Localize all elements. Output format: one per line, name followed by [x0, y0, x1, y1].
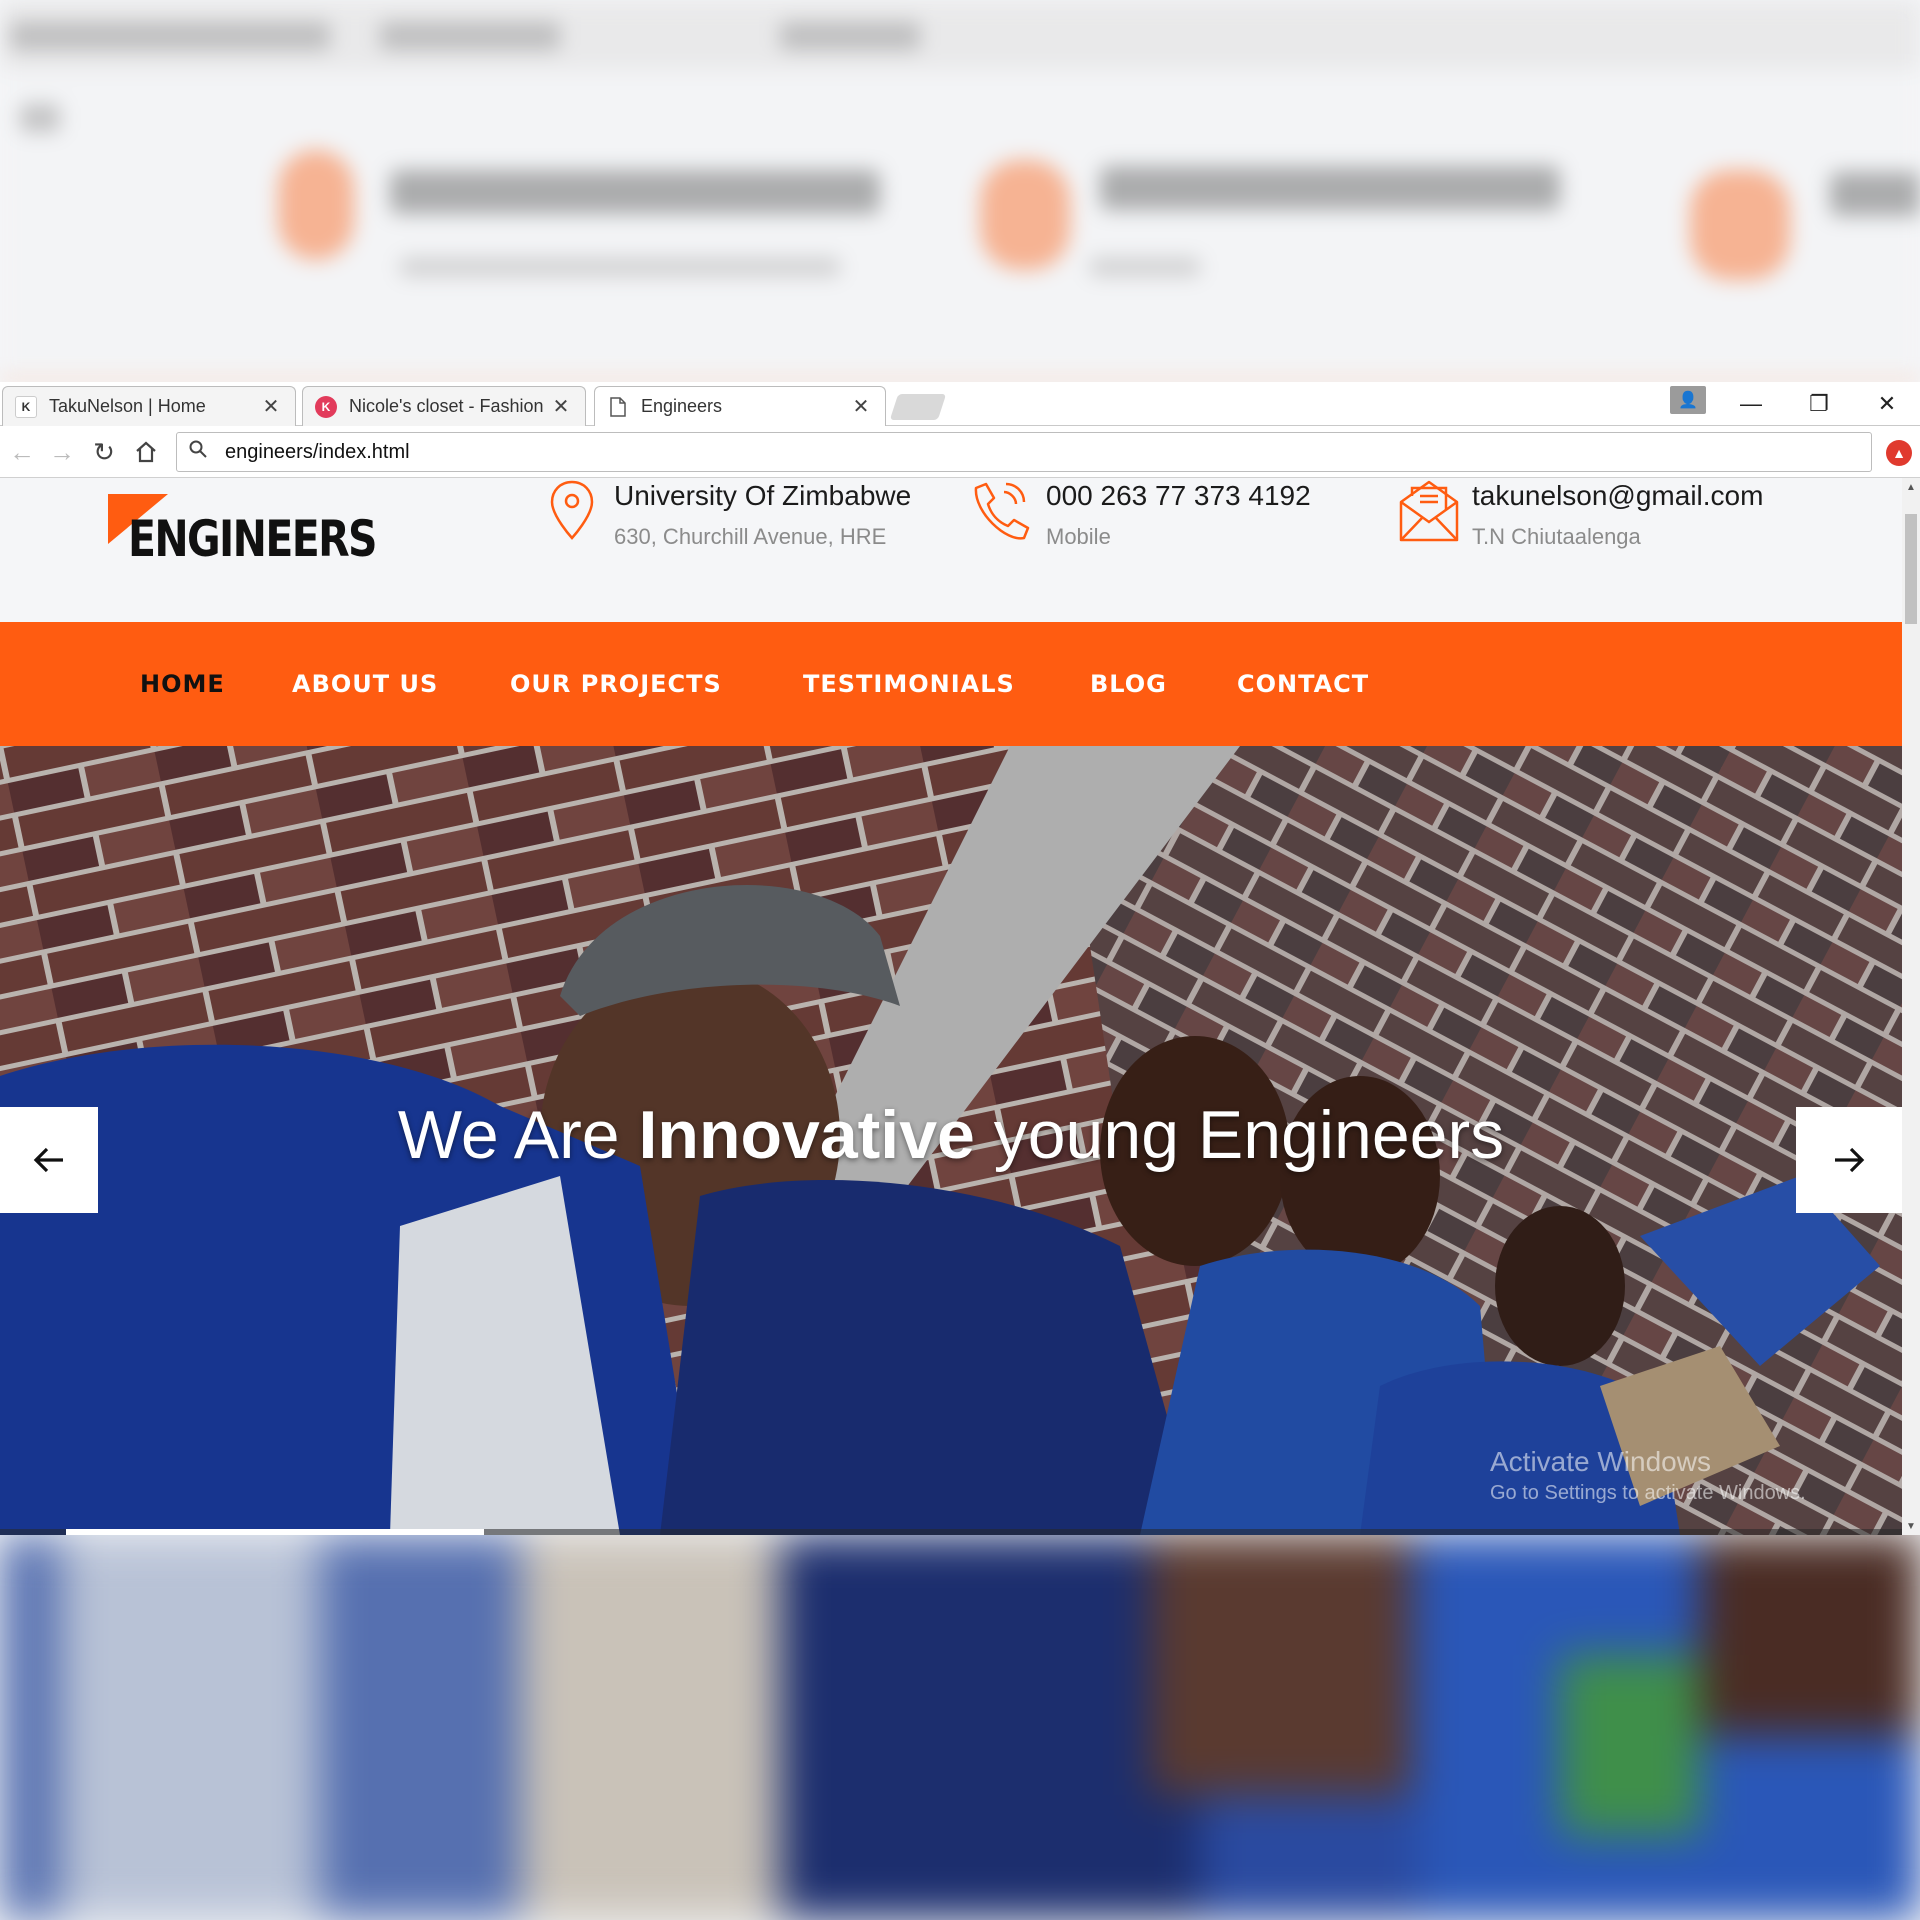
hero-title-bold: Innovative: [638, 1097, 975, 1173]
site-logo[interactable]: ENGINEERS: [108, 494, 430, 568]
blurred-background-bottom: [0, 1535, 1920, 1920]
minimize-icon[interactable]: —: [1718, 382, 1784, 426]
slider-prev-button[interactable]: [0, 1107, 98, 1213]
browser-window: K TakuNelson | Home ✕ K Nicole's closet …: [0, 382, 1920, 1535]
contact-sub-text: 630, Churchill Avenue, HRE: [614, 524, 887, 549]
nav-testimonials[interactable]: TESTIMONIALS: [803, 622, 1015, 746]
reload-icon[interactable]: ↻: [86, 434, 122, 470]
tab-label: Nicole's closet - Fashion: [349, 396, 544, 416]
tab-engineers[interactable]: Engineers ✕: [594, 386, 886, 426]
tab-nicoles-closet[interactable]: K Nicole's closet - Fashion ✕: [302, 386, 586, 426]
search-icon: [189, 440, 215, 464]
nav-our-projects[interactable]: OUR PROJECTS: [510, 622, 722, 746]
slider-next-button[interactable]: [1796, 1107, 1902, 1213]
scroll-thumb[interactable]: [1905, 514, 1917, 624]
close-tab-icon[interactable]: ✕: [261, 394, 281, 419]
browser-toolbar: ← → ↻ engineers/index.html ▲: [0, 426, 1920, 478]
close-tab-icon[interactable]: ✕: [851, 394, 871, 419]
page-scrollbar[interactable]: ▲ ▼: [1902, 478, 1920, 1535]
tab-label: Engineers: [641, 396, 723, 416]
contact-sub-text: Mobile: [1046, 524, 1111, 549]
envelope-icon: [1398, 478, 1459, 548]
activate-windows-watermark: Activate Windows Go to Settings to activ…: [1490, 1446, 1806, 1505]
contact-phone: 000 263 77 373 4192 Mobile: [966, 478, 1311, 550]
contact-main-text: 000 263 77 373 4192: [1046, 480, 1311, 511]
contact-main-text: takunelson@gmail.com: [1472, 480, 1764, 511]
extension-icon[interactable]: ▲: [1886, 440, 1912, 466]
back-arrow-icon[interactable]: ←: [4, 434, 40, 470]
close-tab-icon[interactable]: ✕: [551, 394, 571, 419]
home-icon[interactable]: [128, 434, 164, 470]
site-header: ENGINEERS University Of Zimbabwe 630, Ch…: [0, 478, 1902, 622]
nav-contact[interactable]: CONTACT: [1237, 622, 1369, 746]
page-viewport: ENGINEERS University Of Zimbabwe 630, Ch…: [0, 478, 1902, 1535]
arrow-right-icon: [1835, 1147, 1865, 1173]
address-bar[interactable]: engineers/index.html: [176, 432, 1872, 472]
profile-icon[interactable]: 👤: [1670, 386, 1706, 414]
close-window-icon[interactable]: ✕: [1854, 382, 1920, 426]
tab-label: TakuNelson | Home: [49, 396, 206, 416]
nicoles-closet-favicon-icon: K: [315, 395, 337, 418]
contact-sub-text: T.N Chiutaalenga: [1472, 524, 1641, 549]
phone-icon: [966, 478, 1030, 548]
restore-icon[interactable]: ❐: [1786, 382, 1852, 426]
forward-arrow-icon[interactable]: →: [44, 434, 80, 470]
watermark-line1: Activate Windows: [1490, 1446, 1711, 1477]
arrow-left-icon: [33, 1147, 63, 1173]
watermark-line2: Go to Settings to activate Windows.: [1490, 1482, 1806, 1504]
hero-slider: We Are Innovative young Engineers Activa…: [0, 746, 1902, 1535]
logo-text: ENGINEERS: [128, 510, 378, 568]
page-icon: [607, 396, 629, 418]
contact-email: takunelson@gmail.com T.N Chiutaalenga: [1398, 478, 1763, 550]
scroll-up-icon[interactable]: ▲: [1902, 478, 1920, 496]
nav-blog[interactable]: BLOG: [1090, 622, 1167, 746]
nav-about-us[interactable]: ABOUT US: [292, 622, 438, 746]
contact-address: University Of Zimbabwe 630, Churchill Av…: [544, 478, 911, 550]
hero-title: We Are Innovative young Engineers: [0, 1096, 1902, 1174]
new-tab-button[interactable]: [889, 394, 947, 420]
hero-title-part1: We Are: [397, 1097, 639, 1173]
scroll-down-icon[interactable]: ▼: [1902, 1517, 1920, 1535]
url-text: engineers/index.html: [225, 440, 410, 463]
main-nav: HOME ABOUT US OUR PROJECTS TESTIMONIALS …: [0, 622, 1902, 746]
nav-home[interactable]: HOME: [140, 622, 225, 746]
screenshot: K TakuNelson | Home ✕ K Nicole's closet …: [0, 0, 1920, 1920]
hero-title-part2: young Engineers: [974, 1097, 1505, 1173]
blurred-background-top: [0, 0, 1920, 382]
tab-strip: K TakuNelson | Home ✕ K Nicole's closet …: [0, 382, 1920, 426]
tab-takunelson[interactable]: K TakuNelson | Home ✕: [2, 386, 296, 426]
contact-main-text: University Of Zimbabwe: [614, 480, 912, 511]
map-pin-icon: [544, 478, 600, 548]
takunelson-favicon-icon: K: [15, 395, 37, 418]
